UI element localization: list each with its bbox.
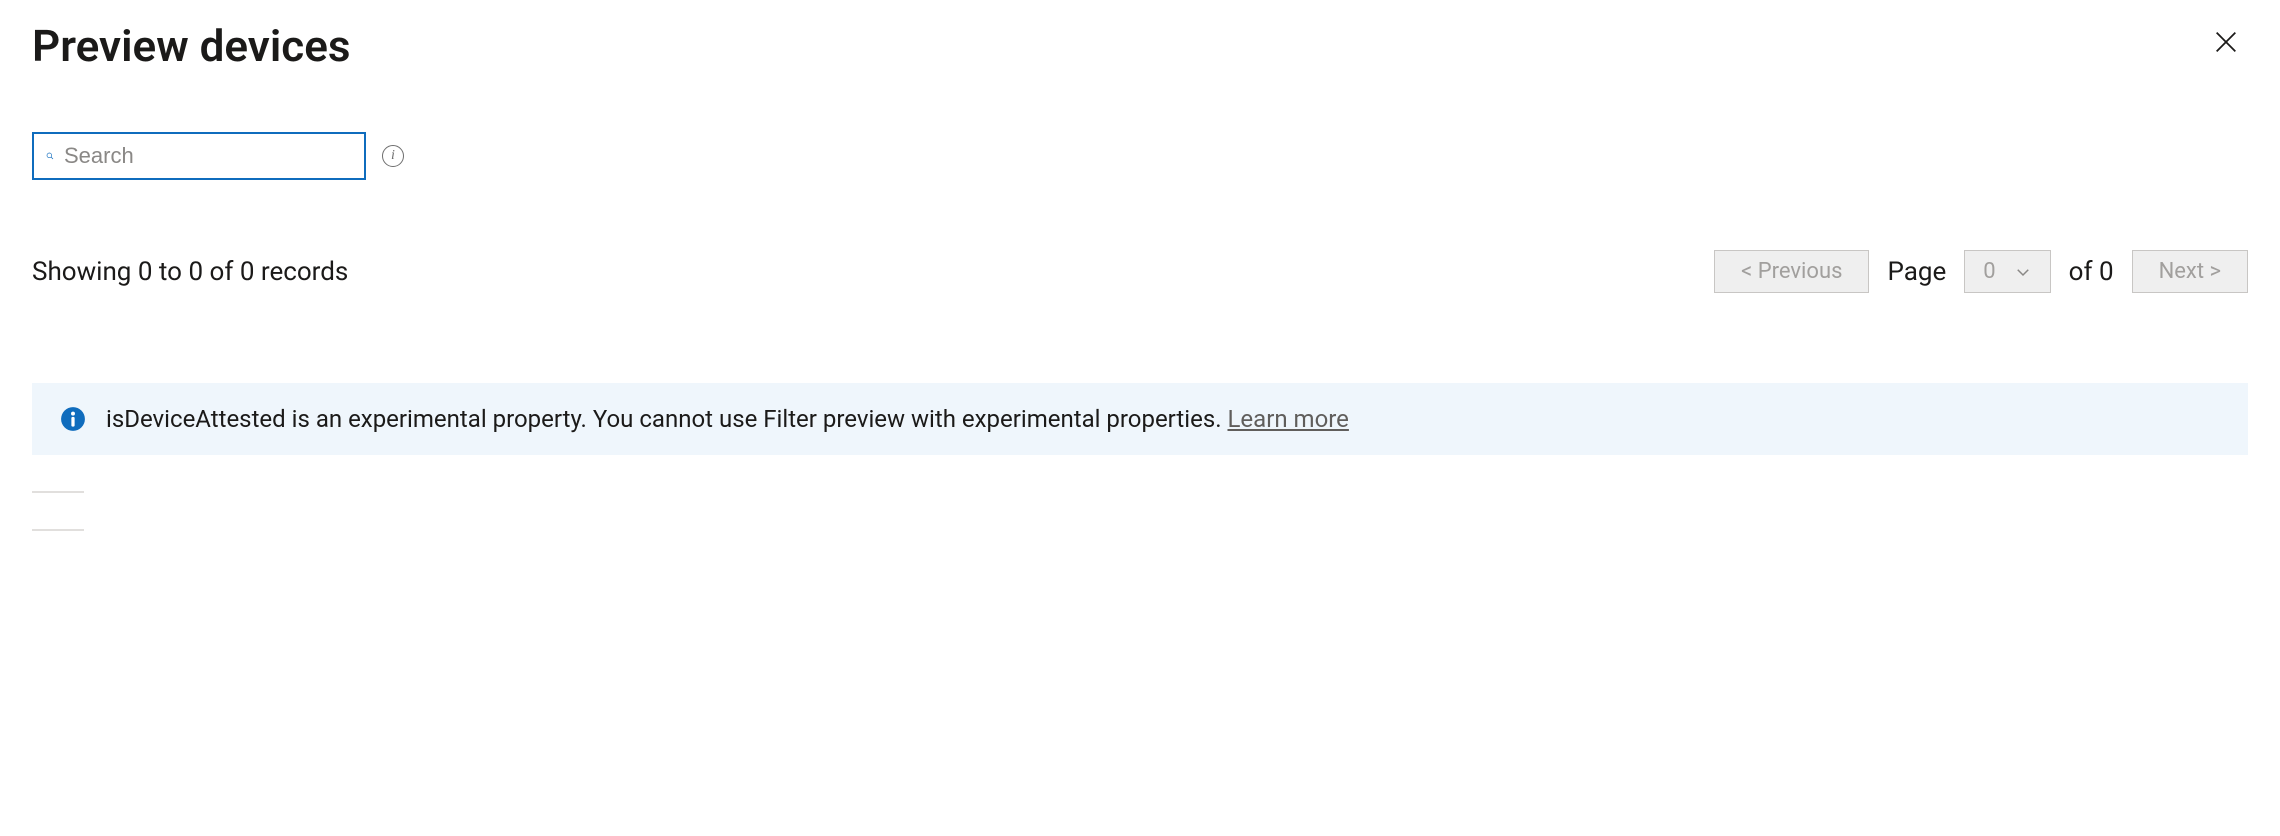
close-icon [2212,28,2240,56]
info-icon[interactable]: i [382,145,404,167]
next-page-button[interactable]: Next > [2132,250,2248,293]
column-header-stub [32,491,84,493]
column-header-stub [32,529,84,531]
banner-message: isDeviceAttested is an experimental prop… [106,405,1227,433]
banner-text: isDeviceAttested is an experimental prop… [106,405,1349,433]
info-banner: isDeviceAttested is an experimental prop… [32,383,2248,455]
close-button[interactable] [2204,20,2248,67]
search-icon [46,145,54,167]
search-box[interactable] [32,132,366,180]
page-select[interactable]: 0 [1964,250,2050,293]
page-value: 0 [1983,259,1995,284]
page-total-label: of 0 [2069,257,2114,287]
page-label: Page [1887,257,1946,287]
info-solid-icon [60,406,86,432]
pagination: < Previous Page 0 of 0 Next > [1714,250,2248,293]
search-input[interactable] [64,143,352,169]
records-count-text: Showing 0 to 0 of 0 records [32,257,348,287]
page-title: Preview devices [32,20,351,72]
previous-page-button[interactable]: < Previous [1714,250,1869,293]
chevron-down-icon [2014,263,2032,281]
learn-more-link[interactable]: Learn more [1227,405,1348,433]
